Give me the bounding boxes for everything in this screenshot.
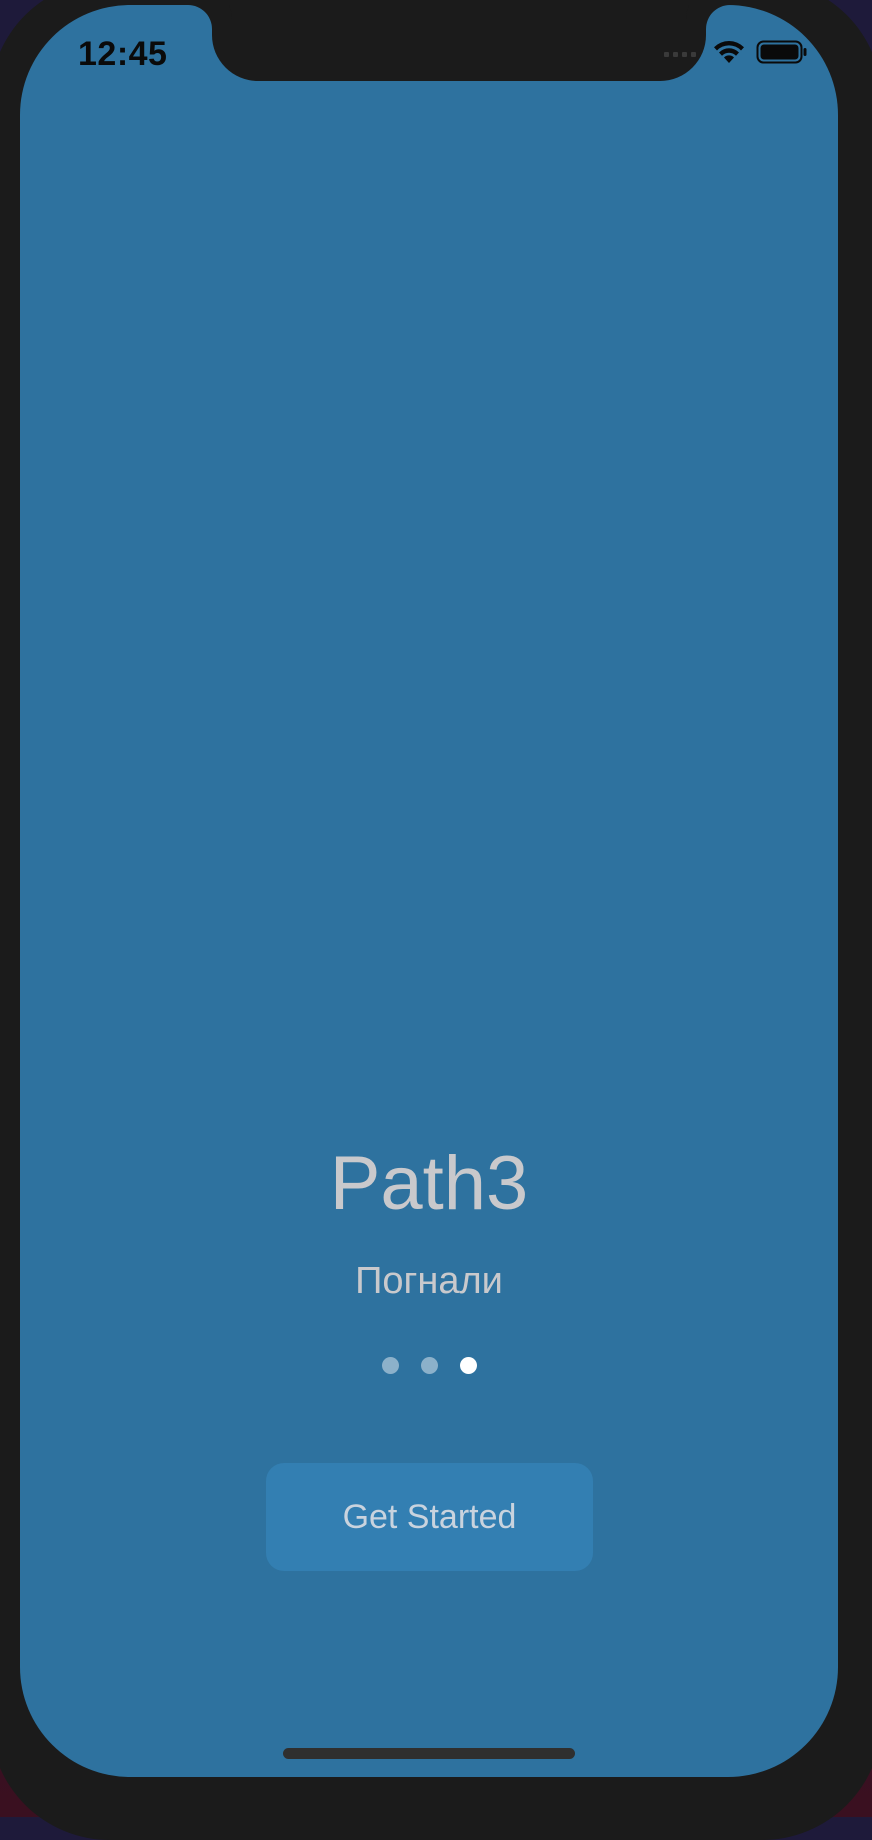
page-indicator[interactable] [20, 1357, 838, 1374]
page-dot-2[interactable] [420, 1357, 438, 1374]
onboarding-subtitle: Погнали [355, 1260, 503, 1302]
get-started-button[interactable]: Get Started [266, 1463, 593, 1571]
device-notch [212, 5, 706, 81]
page-dot-1[interactable] [381, 1357, 399, 1374]
app-title: Path3 [329, 1141, 529, 1226]
status-icons [664, 39, 808, 70]
status-time: 12:45 [78, 35, 168, 73]
battery-icon [756, 39, 808, 70]
app-screen: Path3 Погнали Get Started 12:45 [20, 5, 838, 1777]
wifi-icon [712, 39, 746, 70]
cellular-signal-icon [664, 52, 696, 57]
page-dot-3[interactable] [459, 1357, 477, 1374]
phone-frame: Path3 Погнали Get Started 12:45 [0, 0, 872, 1840]
onboarding-page: Path3 Погнали Get Started [20, 5, 838, 1777]
home-indicator[interactable] [283, 1748, 575, 1759]
